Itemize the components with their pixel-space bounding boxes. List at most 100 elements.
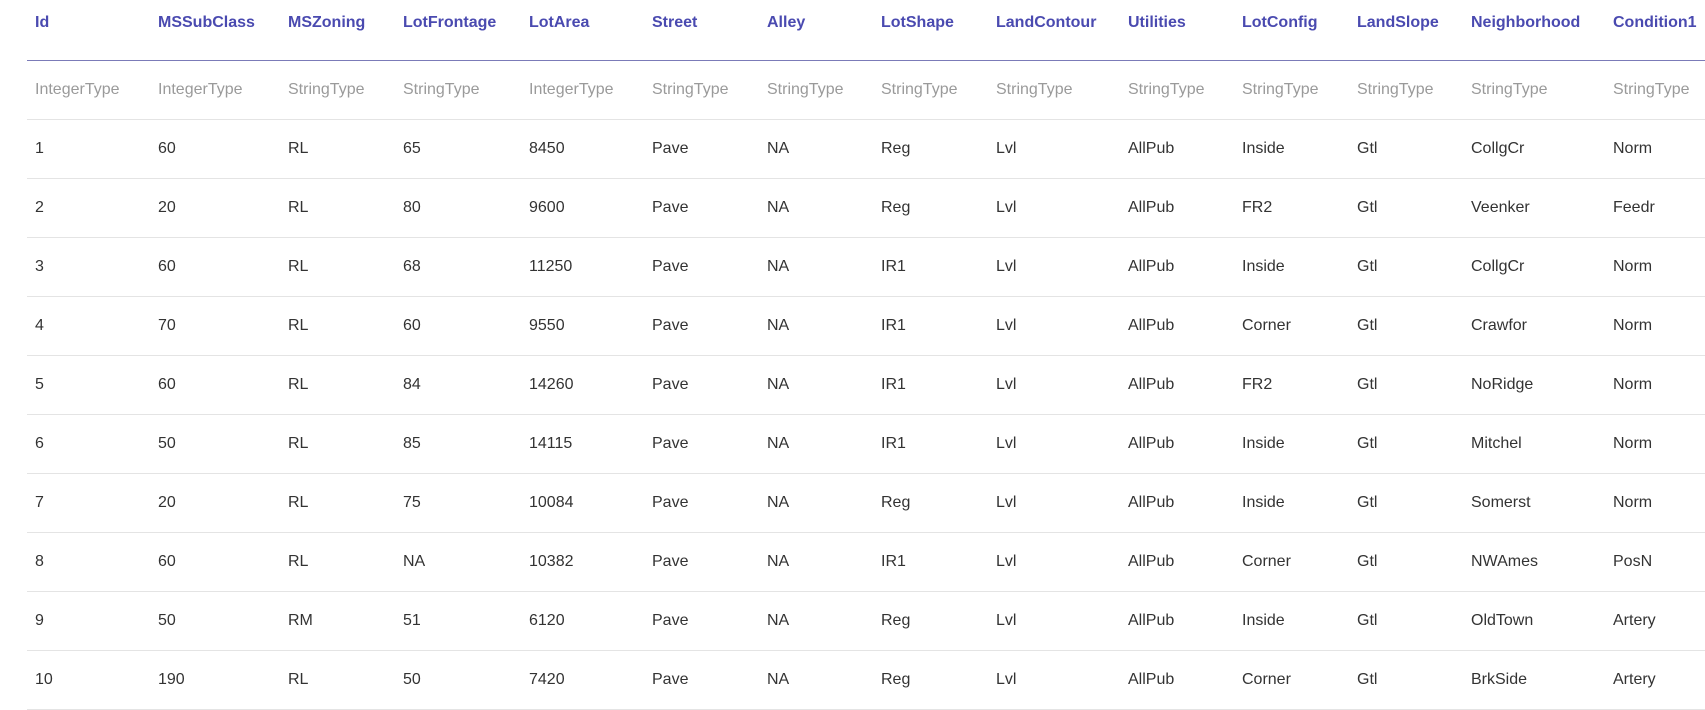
column-type: StringType bbox=[1120, 60, 1234, 120]
table-row[interactable]: 8 60 RL NA 10382 Pave NA IR1 Lvl AllPub Corner Gtl N… bbox=[27, 532, 1705, 592]
column-type: StringType bbox=[873, 60, 988, 120]
table-cell: Inside bbox=[1234, 591, 1349, 651]
table-cell: IR1 bbox=[873, 237, 988, 297]
table-cell: 4 bbox=[27, 296, 150, 356]
table-row[interactable]: 10 190 RL 50 7420 Pave NA Reg Lvl AllPub Corner Gtl… bbox=[27, 650, 1705, 710]
table-cell: NA bbox=[759, 532, 873, 592]
column-header-utilities[interactable]: Utilities bbox=[1120, 0, 1234, 61]
table-cell: 8450 bbox=[521, 119, 644, 179]
table-cell: 10382 bbox=[521, 532, 644, 592]
column-type: StringType bbox=[1349, 60, 1463, 120]
table-cell: 2 bbox=[27, 178, 150, 238]
table-cell: Gtl bbox=[1349, 414, 1463, 474]
table-cell: Reg bbox=[873, 178, 988, 238]
column-type: StringType bbox=[759, 60, 873, 120]
table-cell: Pave bbox=[644, 296, 759, 356]
table-cell: IR1 bbox=[873, 355, 988, 415]
table-cell: Pave bbox=[644, 355, 759, 415]
table-cell: Artery bbox=[1605, 650, 1705, 710]
table-row[interactable]: 1 60 RL 65 8450 Pave NA Reg Lvl AllPub Inside Gtl Co… bbox=[27, 119, 1705, 179]
column-type-row: IntegerType IntegerType StringType Strin… bbox=[27, 60, 1705, 120]
table-cell: 20 bbox=[150, 178, 280, 238]
table-cell: Norm bbox=[1605, 473, 1705, 533]
table-cell: Corner bbox=[1234, 532, 1349, 592]
column-header-street[interactable]: Street bbox=[644, 0, 759, 61]
table-cell: Norm bbox=[1605, 414, 1705, 474]
column-type: StringType bbox=[1234, 60, 1349, 120]
column-type: StringType bbox=[644, 60, 759, 120]
table-cell: 75 bbox=[395, 473, 521, 533]
table-cell: NA bbox=[759, 473, 873, 533]
column-header-lotfrontage[interactable]: LotFrontage bbox=[395, 0, 521, 61]
column-header-landcontour[interactable]: LandContour bbox=[988, 0, 1120, 61]
table-cell: Corner bbox=[1234, 296, 1349, 356]
table-cell: AllPub bbox=[1120, 178, 1234, 238]
table-header-row: Id MSSubClass MSZoning LotFrontage LotAr… bbox=[27, 0, 1705, 61]
column-type: StringType bbox=[1463, 60, 1605, 120]
table-cell: AllPub bbox=[1120, 650, 1234, 710]
table-cell: 5 bbox=[27, 355, 150, 415]
column-header-id[interactable]: Id bbox=[27, 0, 150, 61]
table-cell: Pave bbox=[644, 650, 759, 710]
table-row[interactable]: 6 50 RL 85 14115 Pave NA IR1 Lvl AllPub Inside Gtl M… bbox=[27, 414, 1705, 474]
table-cell: 6120 bbox=[521, 591, 644, 651]
table-row[interactable]: 2 20 RL 80 9600 Pave NA Reg Lvl AllPub FR2 Gtl Veenk… bbox=[27, 178, 1705, 238]
table-cell: NA bbox=[759, 355, 873, 415]
table-cell: 68 bbox=[395, 237, 521, 297]
table-cell: Somerst bbox=[1463, 473, 1605, 533]
table-cell: IR1 bbox=[873, 532, 988, 592]
column-header-lotshape[interactable]: LotShape bbox=[873, 0, 988, 61]
column-header-landslope[interactable]: LandSlope bbox=[1349, 0, 1463, 61]
table-cell: Corner bbox=[1234, 650, 1349, 710]
table-cell: Gtl bbox=[1349, 591, 1463, 651]
table-row[interactable]: 7 20 RL 75 10084 Pave NA Reg Lvl AllPub Inside Gtl S… bbox=[27, 473, 1705, 533]
table-cell: 60 bbox=[150, 532, 280, 592]
data-table-container: Id MSSubClass MSZoning LotFrontage LotAr… bbox=[27, 0, 1705, 710]
table-cell: 50 bbox=[150, 591, 280, 651]
table-cell: Lvl bbox=[988, 650, 1120, 710]
column-header-neighborhood[interactable]: Neighborhood bbox=[1463, 0, 1605, 61]
table-cell: NA bbox=[759, 237, 873, 297]
table-cell: RL bbox=[280, 178, 395, 238]
table-cell: 14260 bbox=[521, 355, 644, 415]
table-cell: Lvl bbox=[988, 178, 1120, 238]
table-cell: 9600 bbox=[521, 178, 644, 238]
table-row[interactable]: 3 60 RL 68 11250 Pave NA IR1 Lvl AllPub Inside Gtl C… bbox=[27, 237, 1705, 297]
table-cell: RL bbox=[280, 414, 395, 474]
table-cell: Gtl bbox=[1349, 119, 1463, 179]
table-cell: 84 bbox=[395, 355, 521, 415]
table-cell: 190 bbox=[150, 650, 280, 710]
table-cell: RL bbox=[280, 650, 395, 710]
table-cell: AllPub bbox=[1120, 119, 1234, 179]
table-cell: AllPub bbox=[1120, 532, 1234, 592]
table-cell: NA bbox=[395, 532, 521, 592]
table-row[interactable]: 4 70 RL 60 9550 Pave NA IR1 Lvl AllPub Corner Gtl Cr… bbox=[27, 296, 1705, 356]
table-cell: Reg bbox=[873, 591, 988, 651]
table-cell: 70 bbox=[150, 296, 280, 356]
table-cell: RL bbox=[280, 355, 395, 415]
table-cell: RL bbox=[280, 296, 395, 356]
column-header-mszoning[interactable]: MSZoning bbox=[280, 0, 395, 61]
column-header-lotconfig[interactable]: LotConfig bbox=[1234, 0, 1349, 61]
column-header-alley[interactable]: Alley bbox=[759, 0, 873, 61]
table-row[interactable]: 9 50 RM 51 6120 Pave NA Reg Lvl AllPub Inside Gtl Ol… bbox=[27, 591, 1705, 651]
table-cell: 7 bbox=[27, 473, 150, 533]
table-row[interactable]: 5 60 RL 84 14260 Pave NA IR1 Lvl AllPub FR2 Gtl NoRi… bbox=[27, 355, 1705, 415]
table-cell: Inside bbox=[1234, 119, 1349, 179]
table-cell: 65 bbox=[395, 119, 521, 179]
table-cell: AllPub bbox=[1120, 591, 1234, 651]
table-cell: 11250 bbox=[521, 237, 644, 297]
table-cell: 80 bbox=[395, 178, 521, 238]
table-cell: 7420 bbox=[521, 650, 644, 710]
column-header-lotarea[interactable]: LotArea bbox=[521, 0, 644, 61]
column-header-condition1[interactable]: Condition1 bbox=[1605, 0, 1705, 61]
table-cell: Gtl bbox=[1349, 296, 1463, 356]
table-cell: Inside bbox=[1234, 237, 1349, 297]
table-cell: CollgCr bbox=[1463, 237, 1605, 297]
table-cell: Gtl bbox=[1349, 237, 1463, 297]
table-cell: Pave bbox=[644, 237, 759, 297]
table-cell: Pave bbox=[644, 414, 759, 474]
table-cell: Pave bbox=[644, 532, 759, 592]
column-header-mssubclass[interactable]: MSSubClass bbox=[150, 0, 280, 61]
column-type: IntegerType bbox=[150, 60, 280, 120]
